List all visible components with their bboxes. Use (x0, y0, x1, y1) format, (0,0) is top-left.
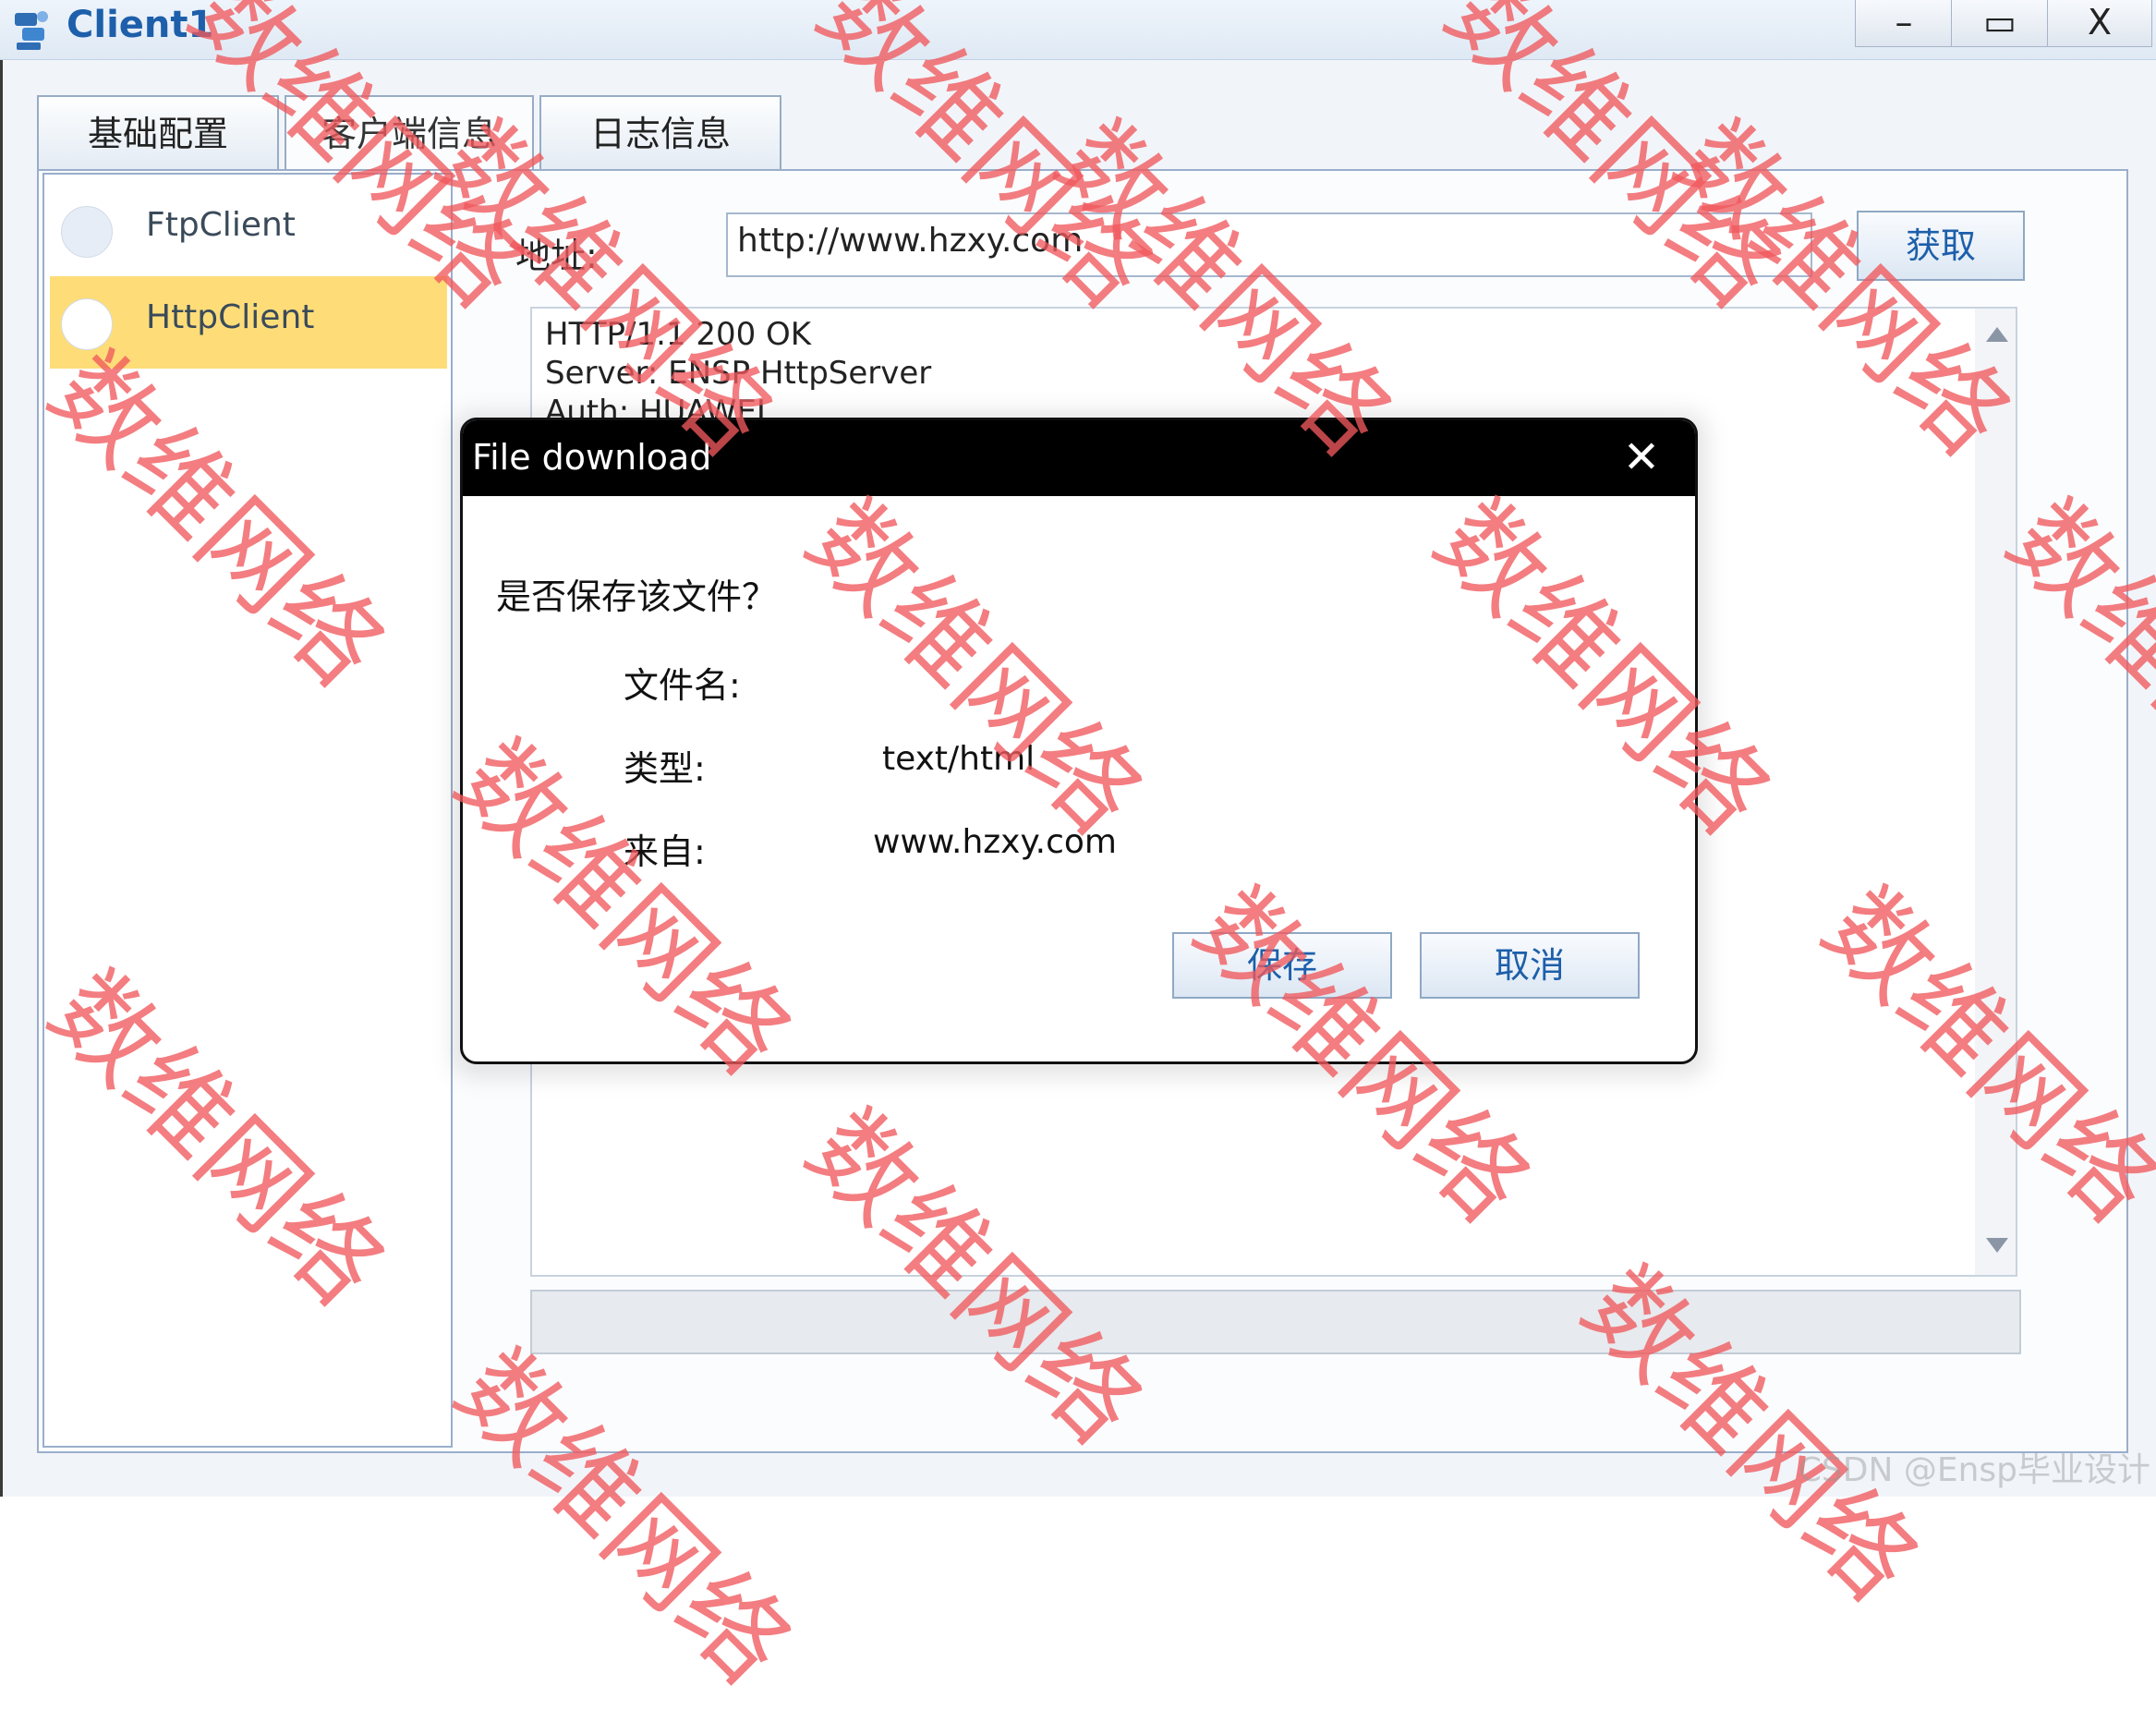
vertical-scrollbar[interactable] (1975, 309, 2016, 1275)
client-list: FtpClient HttpClient (42, 173, 453, 1448)
dialog-title-bar[interactable]: File download ✕ (463, 420, 1695, 496)
save-button[interactable]: 保存 (1172, 932, 1392, 999)
minimize-icon: – (1895, 2, 1913, 42)
radio-icon (61, 206, 113, 258)
radio-icon (61, 298, 113, 350)
close-icon: ✕ (1622, 431, 1661, 483)
scroll-down-icon[interactable] (1986, 1238, 2008, 1253)
close-icon: X (2087, 2, 2113, 42)
close-window-button[interactable]: X (2047, 0, 2152, 47)
csdn-watermark: CSDN @Ensp毕业设计 (1798, 1451, 2150, 1489)
title-bar[interactable]: Client1 – ▭ X (0, 0, 2156, 60)
client-window: Client1 – ▭ X 基础配置 客户端信息 日志信息 FtpClient … (0, 0, 2156, 1497)
sidebar-item-httpclient[interactable]: HttpClient (50, 276, 447, 369)
filename-label: 文件名: (624, 665, 741, 706)
tab-client-info[interactable]: 客户端信息 (285, 95, 534, 175)
file-download-dialog: File download ✕ 是否保存该文件？ 文件名: 类型: text/h… (460, 418, 1698, 1064)
app-icon (15, 11, 48, 50)
maximize-icon: ▭ (1983, 2, 2017, 42)
sidebar-item-label: HttpClient (146, 298, 315, 336)
window-title: Client1 (67, 4, 214, 46)
sidebar-item-ftpclient[interactable]: FtpClient (50, 184, 447, 276)
type-value: text/html (882, 740, 1036, 778)
response-line: Server: ENSP HttpServer (545, 355, 932, 392)
address-label: 地址: (515, 236, 598, 276)
dialog-close-button[interactable]: ✕ (1616, 430, 1667, 485)
dialog-title: File download (472, 437, 712, 478)
dialog-question: 是否保存该文件？ (496, 576, 778, 617)
from-label: 来自: (624, 831, 706, 872)
scroll-up-icon[interactable] (1986, 327, 2008, 342)
type-label: 类型: (624, 748, 706, 789)
address-input[interactable]: http://www.hzxy.com (726, 212, 1812, 277)
status-bar (530, 1290, 2021, 1354)
tab-basic-config[interactable]: 基础配置 (37, 95, 279, 171)
fetch-button[interactable]: 获取 (1857, 211, 2025, 281)
response-line: HTTP/1.1 200 OK (545, 316, 812, 353)
maximize-button[interactable]: ▭ (1951, 0, 2049, 47)
minimize-button[interactable]: – (1855, 0, 1953, 47)
cancel-button[interactable]: 取消 (1420, 932, 1640, 999)
tab-log-info[interactable]: 日志信息 (539, 95, 781, 171)
from-value: www.hzxy.com (873, 823, 1117, 861)
sidebar-item-label: FtpClient (146, 206, 296, 244)
